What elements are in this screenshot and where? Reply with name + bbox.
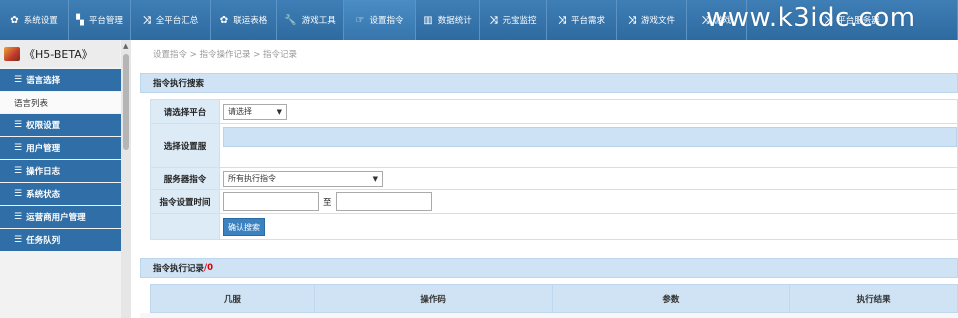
nav-item-4[interactable]: 🔧 游戏工具	[277, 0, 344, 40]
sidebar-item-label: 用户管理	[26, 144, 61, 154]
sidebar-item-label: 运营商用户管理	[26, 213, 86, 223]
list-icon: ☰	[14, 189, 23, 199]
shuffle-icon: ⤨	[489, 14, 498, 26]
search-form: 请选择平台 请选择 ▼ 选择设置服 服务器指令 所有执行指令 ▼ 指令设置时间 …	[150, 99, 958, 240]
start-time-input[interactable]	[223, 192, 319, 211]
sidebar-item-4[interactable]: ☰ 操作日志	[0, 160, 121, 182]
nav-item-0[interactable]: ✿ 系统设置	[0, 0, 69, 40]
time-label: 指令设置时间	[150, 189, 220, 214]
column-header[interactable]: 参数	[551, 284, 791, 313]
nav-item-label: 联运表格	[233, 16, 268, 26]
shuffle-icon: ⤨	[142, 14, 151, 26]
sidebar-item-label: 任务队列	[26, 236, 61, 246]
sidebar-header: 《H5-BETA》	[0, 40, 120, 67]
sidebar-item-label: 系统状态	[26, 190, 61, 200]
sidebar: 《H5-BETA》 ☰ 语言选择 语言列表 ☰ 权限设置 ☰ 用户管理 ☰ 操作日志 ☰ 系统状态 ☰…	[0, 40, 131, 318]
sidebar-item-label: 操作日志	[26, 167, 61, 177]
nav-item-label: 数据统计	[437, 16, 472, 26]
list-icon: ☰	[14, 143, 23, 153]
platform-select[interactable]: 请选择 ▼	[223, 103, 287, 120]
hand-point-icon: ☞	[355, 14, 365, 26]
column-header[interactable]: 几服	[150, 284, 315, 313]
nav-item-3[interactable]: ✿ 联运表格	[211, 0, 277, 40]
command-select-value: 所有执行指令	[228, 174, 276, 183]
column-header[interactable]: 执行结果	[789, 284, 958, 313]
server-label: 选择设置服	[150, 123, 220, 168]
platform-label: 请选择平台	[150, 99, 220, 124]
list-icon: ☰	[14, 212, 23, 222]
gear-icon: ✿	[10, 14, 19, 26]
nav-item-label: 游戏文件	[640, 16, 675, 26]
sidebar-item-label: 语言列表	[14, 98, 49, 109]
command-label: 服务器指令	[150, 167, 220, 190]
platform-select-value: 请选择	[228, 107, 252, 116]
main-content: 设置指令 > 指令操作记录 > 指令记录 指令执行搜索 请选择平台 请选择 ▼ …	[131, 40, 958, 318]
shuffle-icon: ⤨	[627, 14, 636, 26]
chevron-down-icon: ▼	[276, 107, 282, 116]
sidebar-item-0[interactable]: ☰ 语言选择	[0, 69, 121, 91]
records-count: /0	[204, 263, 214, 273]
list-icon: ☰	[14, 120, 23, 130]
records-panel-header: 指令执行记录/0	[140, 258, 958, 278]
nav-item-2[interactable]: ⤨ 全平台汇总	[131, 0, 211, 40]
records-table-body	[140, 313, 958, 318]
sidebar-item-label: 语言选择	[26, 76, 61, 86]
nav-item-label: 系统设置	[23, 16, 58, 26]
command-select[interactable]: 所有执行指令 ▼	[223, 170, 383, 187]
scrollbar-thumb[interactable]	[123, 54, 129, 150]
breadcrumb: 设置指令 > 指令操作记录 > 指令记录	[153, 50, 298, 60]
server-selection-box[interactable]	[223, 127, 957, 147]
sidebar-menu: ☰ 语言选择 语言列表 ☰ 权限设置 ☰ 用户管理 ☰ 操作日志 ☰ 系统状态 ☰ 运营商用户管理 ☰ 任务…	[0, 69, 121, 252]
nav-item-label: 平台管理	[88, 16, 123, 26]
nav-item-7[interactable]: ⤨ 元宝监控	[480, 0, 547, 40]
sidebar-item-label: 权限设置	[26, 121, 61, 131]
nav-item-1[interactable]: ▚ 平台管理	[69, 0, 131, 40]
sidebar-title: 《H5-BETA》	[24, 47, 93, 61]
search-panel-header: 指令执行搜索	[140, 73, 958, 93]
sidebar-item-3[interactable]: ☰ 用户管理	[0, 137, 121, 159]
chevron-down-icon: ▼	[372, 174, 378, 183]
nav-item-label: 全平台汇总	[155, 16, 199, 26]
watermark: www.k3idc.com	[706, 3, 916, 33]
game-logo-icon	[4, 46, 20, 61]
bar-chart-icon: ▥	[423, 14, 433, 26]
nav-item-label: 元宝监控	[502, 16, 537, 26]
records-table: 几服 操作码 参数 执行结果	[150, 284, 958, 313]
sidebar-item-6[interactable]: ☰ 运营商用户管理	[0, 206, 121, 228]
list-icon: ☰	[14, 75, 23, 85]
search-panel-title: 指令执行搜索	[153, 79, 205, 89]
nav-item-label: 平台需求	[570, 16, 605, 26]
records-panel-title: 指令执行记录	[153, 264, 205, 274]
sidebar-item-1[interactable]: 语言列表	[0, 92, 121, 113]
confirm-search-button[interactable]: 确认搜索	[223, 217, 265, 236]
sidebar-item-5[interactable]: ☰ 系统状态	[0, 183, 121, 205]
list-icon: ☰	[14, 166, 23, 176]
sidebar-item-7[interactable]: ☰ 任务队列	[0, 229, 121, 251]
book-icon: ▚	[76, 14, 84, 26]
sidebar-item-2[interactable]: ☰ 权限设置	[0, 114, 121, 136]
scroll-up-arrow-icon[interactable]: ▲	[123, 42, 128, 50]
gear-icon: ✿	[219, 14, 229, 26]
nav-item-9[interactable]: ⤨ 游戏文件	[617, 0, 687, 40]
nav-item-label: 设置指令	[369, 16, 404, 26]
sidebar-scrollbar[interactable]: ▲	[121, 40, 131, 318]
wrench-icon: 🔧	[284, 14, 297, 26]
shuffle-icon: ⤨	[557, 14, 566, 26]
column-header[interactable]: 操作码	[313, 284, 553, 313]
nav-item-label: 游戏工具	[301, 16, 336, 26]
list-icon: ☰	[14, 235, 23, 245]
nav-item-5[interactable]: ☞ 设置指令	[344, 0, 416, 40]
empty-label-cell	[150, 213, 220, 240]
nav-item-8[interactable]: ⤨ 平台需求	[547, 0, 617, 40]
time-to-label: 至	[323, 197, 332, 208]
nav-item-6[interactable]: ▥ 数据统计	[416, 0, 480, 40]
end-time-input[interactable]	[335, 192, 432, 211]
